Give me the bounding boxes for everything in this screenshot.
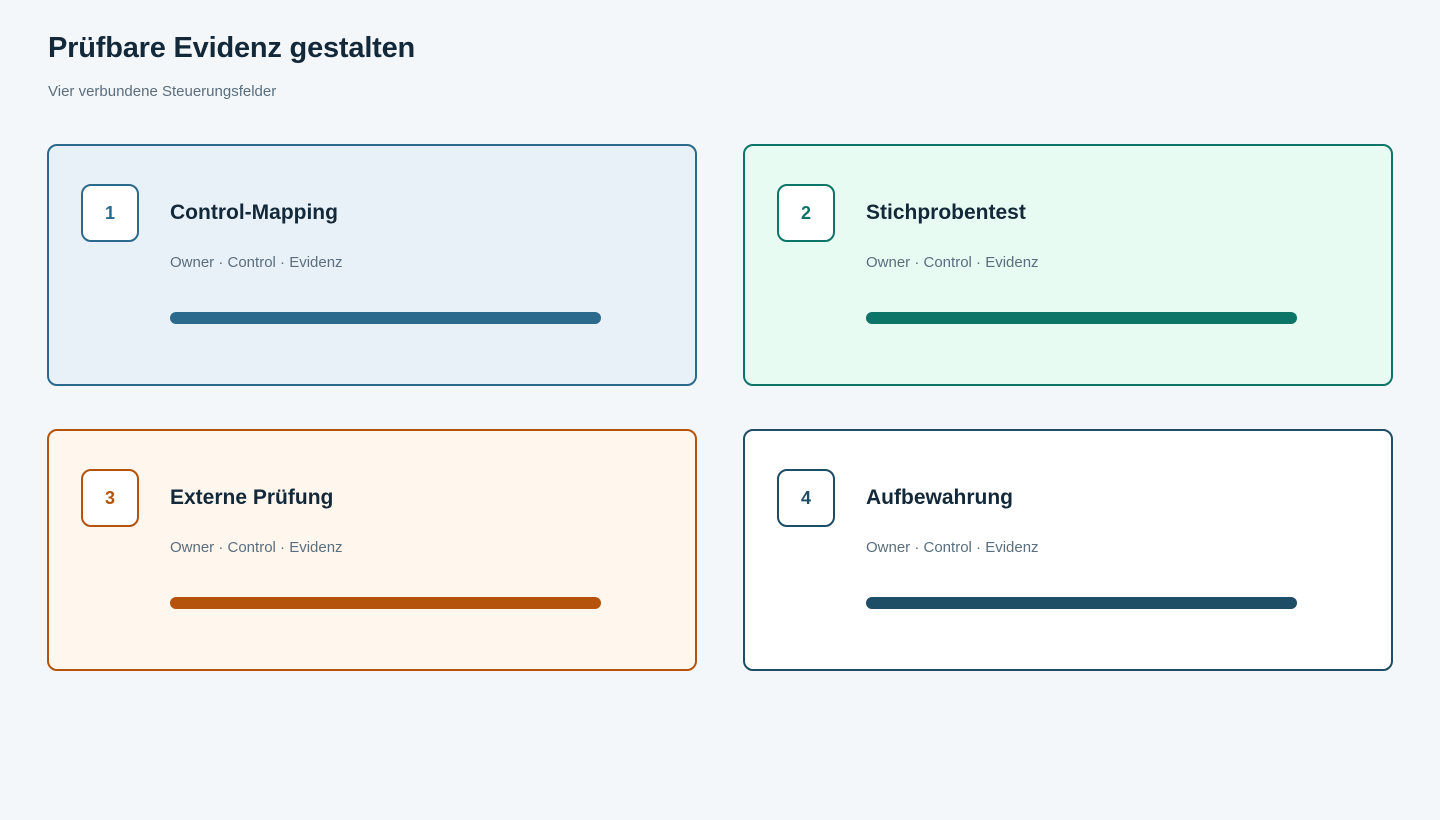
- step-number-badge: 1: [81, 184, 139, 242]
- card-meta: Owner · Control · Evidenz: [170, 539, 343, 556]
- card-meta: Owner · Control · Evidenz: [170, 254, 343, 271]
- progress-fill: [170, 597, 601, 609]
- progress-bar: [866, 597, 1297, 609]
- card-control-mapping[interactable]: 1 Control-Mapping Owner · Control · Evid…: [47, 144, 697, 386]
- card-title: Aufbewahrung: [866, 486, 1013, 509]
- progress-bar: [866, 312, 1297, 324]
- progress-fill: [170, 312, 601, 324]
- progress-fill: [866, 597, 1297, 609]
- card-meta: Owner · Control · Evidenz: [866, 254, 1039, 271]
- page-title: Prüfbare Evidenz gestalten: [48, 32, 416, 64]
- card-externe-pruefung[interactable]: 3 Externe Prüfung Owner · Control · Evid…: [47, 429, 697, 671]
- card-stichprobentest[interactable]: 2 Stichprobentest Owner · Control · Evid…: [743, 144, 1393, 386]
- card-meta: Owner · Control · Evidenz: [866, 539, 1039, 556]
- step-number-badge: 3: [81, 469, 139, 527]
- progress-bar: [170, 597, 601, 609]
- control-field-grid: 1 Control-Mapping Owner · Control · Evid…: [47, 144, 1393, 671]
- progress-fill: [866, 312, 1297, 324]
- page-subtitle: Vier verbundene Steuerungsfelder: [48, 83, 277, 100]
- card-title: Externe Prüfung: [170, 486, 334, 509]
- progress-bar: [170, 312, 601, 324]
- card-aufbewahrung[interactable]: 4 Aufbewahrung Owner · Control · Evidenz: [743, 429, 1393, 671]
- step-number-badge: 4: [777, 469, 835, 527]
- card-title: Control-Mapping: [170, 201, 338, 224]
- card-title: Stichprobentest: [866, 201, 1026, 224]
- step-number-badge: 2: [777, 184, 835, 242]
